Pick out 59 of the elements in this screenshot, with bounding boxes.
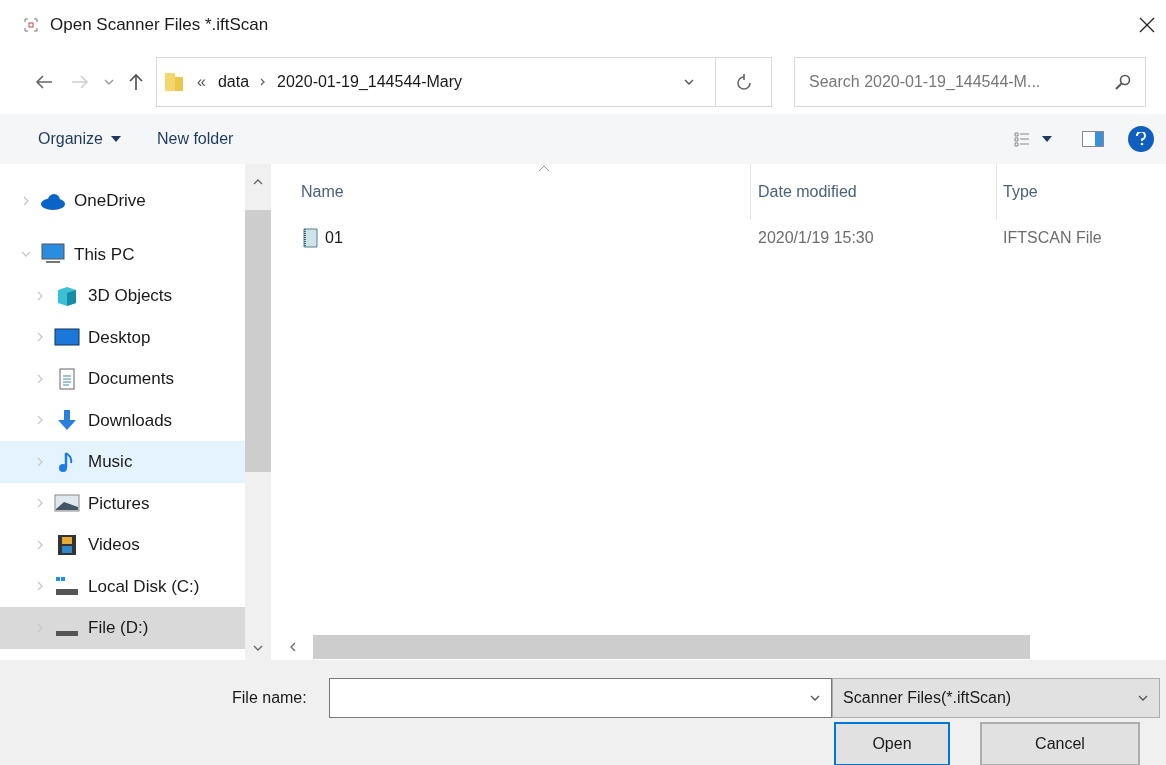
search-field[interactable]: Search 2020-01-19_144544-M...	[794, 57, 1146, 107]
sidebar-item[interactable]: Documents	[0, 358, 245, 400]
sidebar-item[interactable]: Videos	[0, 524, 245, 566]
caret-icon	[1042, 136, 1052, 142]
sort-ascending-icon	[538, 164, 550, 172]
refresh-icon	[735, 73, 752, 91]
organize-menu-button[interactable]: Organize	[38, 127, 121, 151]
search-icon	[1115, 74, 1131, 90]
preview-pane-icon	[1082, 131, 1104, 147]
sidebar-item[interactable]: OneDrive	[0, 180, 245, 222]
picture-icon	[54, 492, 80, 515]
forward-arrow-icon	[71, 74, 89, 90]
type-cell-text: IFTSCAN File	[1002, 228, 1103, 248]
up-arrow-icon	[128, 73, 144, 91]
preview-pane-button[interactable]	[1082, 131, 1104, 147]
sidebar-item[interactable]: Desktop	[0, 316, 245, 358]
sidebar-item[interactable]: Local Disk (C:)	[0, 565, 245, 607]
scrollbar-thumb[interactable]	[313, 635, 1030, 659]
breadcrumb[interactable]: 2020-01-19_144544-Mary	[277, 70, 463, 94]
computer-icon	[40, 243, 66, 266]
file-row[interactable]: 01 2020/1/19 15:30 IFTSCAN File	[281, 220, 1166, 256]
sidebar-item[interactable]: This PC	[0, 233, 245, 275]
window-title: Open Scanner Files *.iftScan	[50, 14, 269, 37]
new-folder-button[interactable]: New folder	[156, 127, 234, 151]
chevron-down-icon	[104, 78, 114, 86]
column-header[interactable]: Name	[281, 164, 751, 220]
drive-icon	[56, 630, 78, 636]
system-drive-icon	[54, 575, 80, 598]
view-options-button[interactable]	[1014, 131, 1052, 147]
question-mark-icon	[1136, 132, 1146, 146]
file-name-label: File name:	[232, 688, 308, 708]
breadcrumb[interactable]: data	[217, 70, 250, 94]
column-header[interactable]: Type	[997, 164, 1166, 220]
cancel-button[interactable]: Cancel	[980, 722, 1140, 765]
desktop-icon	[54, 326, 80, 349]
open-button[interactable]: Open	[834, 722, 950, 765]
scanner-app-icon	[24, 18, 38, 32]
file-type-dropdown[interactable]: Scanner Files(*.iftScan)	[832, 678, 1160, 718]
file-name: 01	[325, 228, 343, 248]
vertical-scrollbar[interactable]	[245, 164, 271, 660]
overflow-chevrons[interactable]: «	[197, 70, 206, 94]
sidebar-item[interactable]: Pictures	[0, 482, 245, 524]
back-arrow-icon	[35, 74, 53, 90]
help-button[interactable]	[1128, 126, 1154, 152]
search-input[interactable]: Search 2020-01-19_144544-M...	[809, 70, 1107, 94]
file-name-field[interactable]	[328, 678, 833, 718]
close-icon	[1139, 17, 1155, 33]
sidebar-item[interactable]: 3D Objects	[0, 275, 245, 317]
column-header[interactable]: Date modified	[751, 164, 997, 220]
address-bar[interactable]: « data 2020-01-19_144544-Mary	[156, 57, 772, 107]
sidebar-item[interactable]: Downloads	[0, 399, 245, 441]
scrollbar-thumb[interactable]	[245, 210, 271, 472]
folder-icon	[163, 71, 185, 93]
date-cell-text: 2020/1/19 15:30	[757, 228, 875, 248]
sidebar-item[interactable]: Music	[0, 441, 245, 483]
file-icon	[301, 227, 321, 249]
sidebar-item[interactable]: File (D:)	[0, 607, 245, 649]
caret-icon	[110, 136, 121, 142]
details-view-icon	[1014, 131, 1030, 147]
